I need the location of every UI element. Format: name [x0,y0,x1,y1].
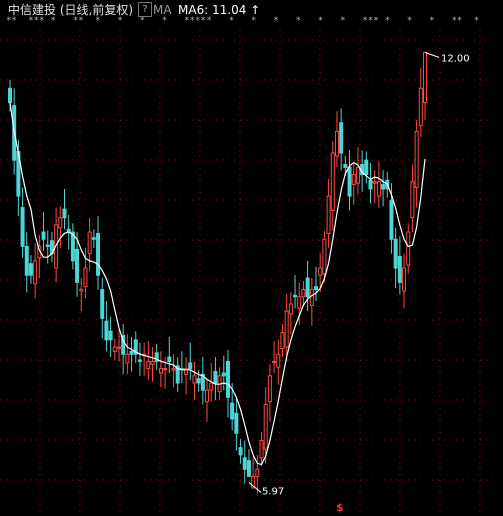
candle-body [87,231,92,255]
candle-body [276,353,281,368]
candle-body [414,130,419,188]
candle-body [272,360,277,363]
candle-body [255,468,260,477]
candle-body [213,371,218,384]
candle-body [108,330,113,341]
candlestick-chart: 12.00 5.97 $ [0,30,503,516]
candle-body [376,181,381,197]
candle-body [372,181,377,184]
candle-body [309,289,314,306]
candle-body [8,87,12,104]
candle-body [423,51,427,104]
candle-body [347,166,352,197]
candle-body [343,164,348,168]
candle-body [104,320,109,341]
candle-body [209,382,214,391]
candle-body [96,233,101,276]
candle-body [364,159,369,176]
candle-body [288,303,293,315]
candle-body [238,447,243,456]
candle-body [167,356,172,362]
candle-body [24,245,29,276]
candle-body [116,346,121,349]
low-price-label: 5.97 [262,486,284,497]
candle-body [230,402,235,420]
ma-layer [9,102,426,466]
candle-body [91,237,96,240]
candle-body [246,460,251,477]
candle-body [225,360,230,398]
candle-body [41,231,46,240]
candle-body [293,294,298,298]
candle-body [20,207,25,247]
candle-body [83,267,88,288]
candle-body [33,260,38,285]
candle-body [284,310,289,348]
candle-body [322,238,327,275]
candle-body [389,199,394,240]
candle-body [137,359,142,362]
candle-body [196,378,201,384]
candle-body [146,360,151,370]
candle-body [339,122,344,154]
candle-body [397,256,402,283]
candle-body [28,263,33,276]
candle-body [305,277,310,298]
high-price-label: 12.00 [441,53,470,64]
candle-body [45,244,50,247]
candle-body [158,368,163,374]
candle-body [234,412,239,434]
candle-body [75,248,80,283]
candle-body [205,389,210,403]
candle-body [418,87,423,127]
candle-body [163,368,168,371]
candle-body [188,362,193,370]
candle-body [192,375,197,384]
price-labels: 12.00 5.97 $ [248,51,470,514]
candle-body [267,375,272,403]
candle-body [150,360,155,365]
candle-body [330,152,335,211]
high-pointer [424,51,440,58]
candle-body [301,289,306,298]
candle-body [355,166,360,184]
candle-body [62,208,67,219]
ma6-line [9,102,426,466]
candle-body [318,267,323,276]
bottom-marker[interactable]: $ [336,501,344,514]
candle-body [100,289,105,319]
candle-body [381,184,386,190]
candle-body [368,179,373,190]
candle-body [406,231,411,266]
candle-body [351,174,356,186]
candle-body [125,353,130,364]
candle-body [280,332,285,349]
candle-body [402,267,407,292]
candle-body [263,404,268,450]
candle-body [410,181,415,219]
candle-body [58,217,63,229]
candle-body [393,238,398,269]
candle-body [221,372,226,377]
candle-body [334,130,339,157]
candle-body [79,289,84,292]
candle-body [242,457,247,470]
candles [8,51,427,494]
candle-body [326,195,331,234]
candle-body [129,350,134,355]
candle-body [259,440,264,459]
candle-body [171,368,176,371]
candle-body [112,346,117,352]
candle-body [297,296,302,309]
candle-body [314,286,319,291]
